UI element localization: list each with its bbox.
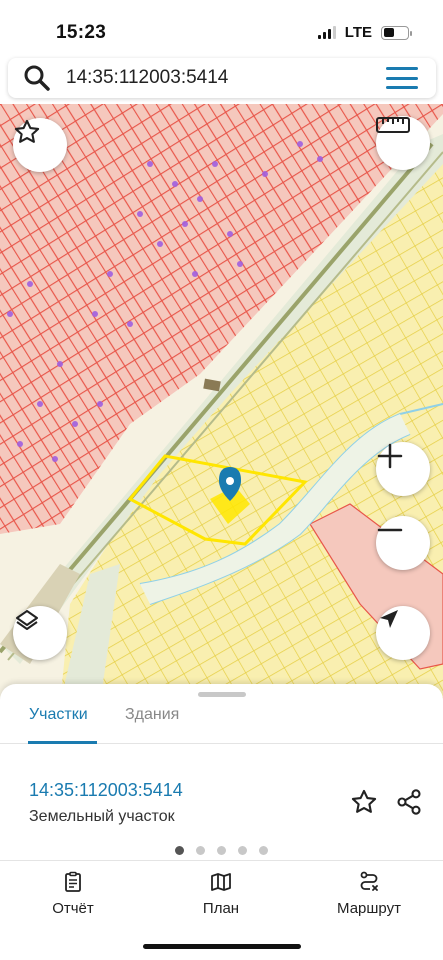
status-bar: 15:23 LTE bbox=[0, 0, 443, 58]
layers-button[interactable] bbox=[13, 606, 67, 660]
star-icon[interactable] bbox=[350, 788, 378, 816]
pager-dot[interactable] bbox=[196, 846, 205, 855]
parcel-cadastral-number[interactable]: 14:35:112003:5414 bbox=[29, 780, 183, 801]
status-indicators: LTE bbox=[317, 24, 412, 41]
map-plan-icon bbox=[211, 873, 231, 891]
signal-icon bbox=[317, 26, 336, 39]
status-time: 15:23 bbox=[56, 22, 107, 43]
pager-dot[interactable] bbox=[259, 846, 268, 855]
nav-route[interactable]: Маршрут bbox=[314, 870, 424, 917]
zoom-in-button[interactable] bbox=[376, 442, 430, 496]
layers-icon bbox=[16, 610, 38, 630]
nav-report[interactable]: Отчёт bbox=[18, 870, 128, 917]
minus-icon bbox=[377, 528, 403, 532]
plus-icon bbox=[377, 443, 403, 469]
share-icon[interactable] bbox=[395, 788, 423, 816]
search-icon[interactable] bbox=[22, 63, 52, 93]
star-icon bbox=[14, 119, 40, 143]
tab-parcels[interactable]: Участки bbox=[29, 706, 88, 724]
pager-dot[interactable] bbox=[175, 846, 184, 855]
network-type: LTE bbox=[344, 24, 372, 41]
favorite-map-button[interactable] bbox=[13, 118, 67, 172]
sheet-tabs: Участки Здания bbox=[0, 702, 443, 744]
active-tab-indicator bbox=[28, 741, 97, 744]
hamburger-menu-icon[interactable] bbox=[386, 67, 418, 89]
pager-dot[interactable] bbox=[238, 846, 247, 855]
navigation-arrow-icon bbox=[380, 610, 398, 628]
ruler-button[interactable] bbox=[376, 116, 430, 170]
tab-buildings[interactable]: Здания bbox=[125, 706, 179, 724]
route-icon bbox=[360, 871, 378, 891]
ruler-icon bbox=[376, 117, 410, 133]
cadastral-map[interactable] bbox=[0, 104, 443, 704]
sheet-grabber[interactable] bbox=[198, 692, 246, 697]
nav-plan-label: План bbox=[202, 900, 240, 917]
home-indicator[interactable] bbox=[143, 944, 301, 949]
nav-plan[interactable]: План bbox=[166, 870, 276, 917]
zoom-out-button[interactable] bbox=[376, 516, 430, 570]
nav-route-label: Маршрут bbox=[337, 900, 401, 917]
battery-icon bbox=[381, 25, 412, 40]
report-icon bbox=[65, 871, 81, 892]
sheet-divider bbox=[0, 860, 443, 861]
parcel-type-label: Земельный участок bbox=[29, 808, 175, 825]
pager-dots bbox=[175, 846, 268, 855]
search-input[interactable]: 14:35:112003:5414 bbox=[66, 67, 386, 89]
nav-report-label: Отчёт bbox=[52, 900, 94, 917]
bottom-navigation: Отчёт План Маршрут bbox=[0, 870, 443, 930]
pager-dot[interactable] bbox=[217, 846, 226, 855]
my-location-button[interactable] bbox=[376, 606, 430, 660]
search-bar[interactable]: 14:35:112003:5414 bbox=[8, 58, 436, 98]
